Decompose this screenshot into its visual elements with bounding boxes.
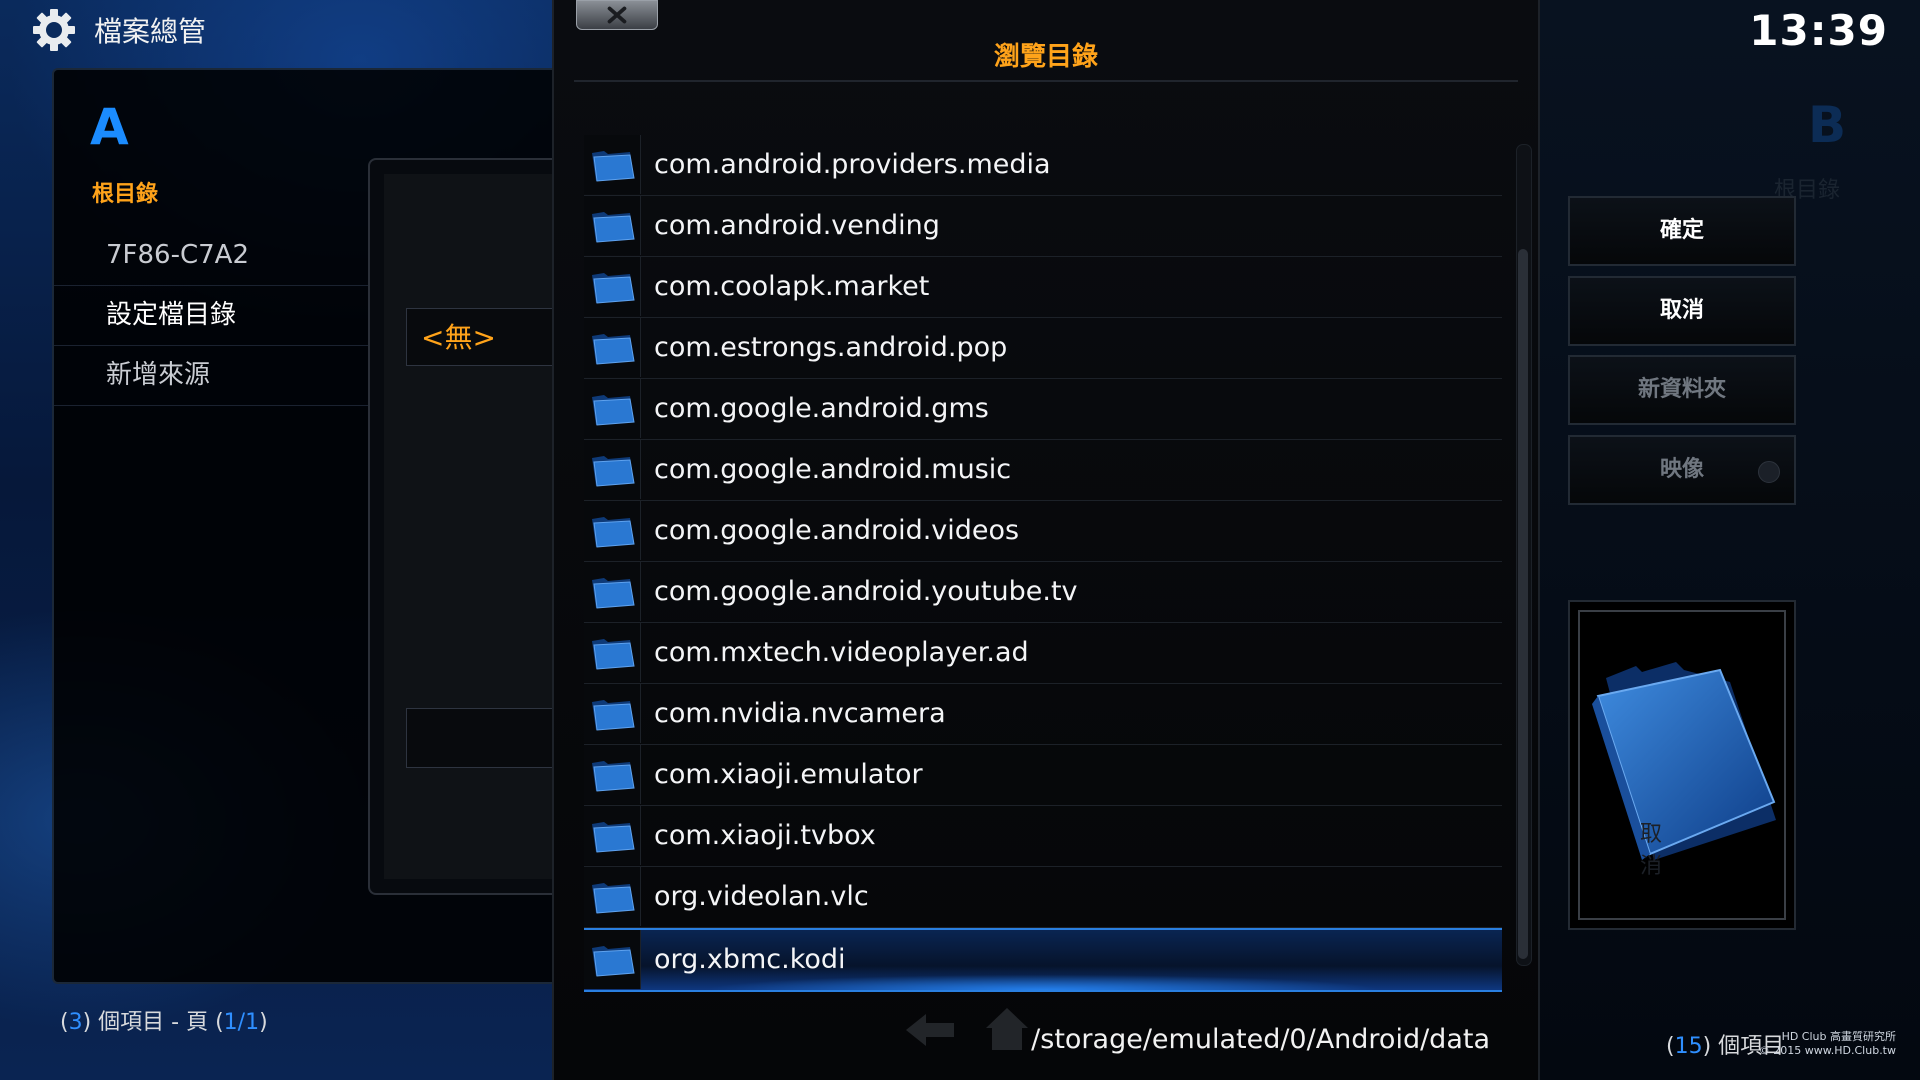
mirror-toggle[interactable]: 映像 [1568, 435, 1796, 505]
folder-icon-cell [584, 806, 641, 865]
scrollbar[interactable] [1516, 144, 1532, 966]
directory-item-label: org.videolan.vlc [654, 881, 869, 912]
large-folder-icon [1592, 662, 1776, 860]
directory-item[interactable]: com.mxtech.videoplayer.ad [584, 623, 1502, 684]
watermark: HD Club 高畫質研究所 © 2015 www.HD.Club.tw [1758, 1030, 1896, 1057]
current-path: /storage/emulated/0/Android/data [1031, 1024, 1490, 1055]
folder-icon-cell [584, 562, 641, 621]
dialog-title: 瀏覽目錄 [993, 42, 1098, 72]
directory-item[interactable]: com.coolapk.market [584, 257, 1502, 318]
title-divider [574, 80, 1518, 82]
folder-icon-cell [584, 501, 641, 560]
directory-item-label: com.xiaoji.tvbox [654, 820, 876, 851]
radio-indicator-icon [1758, 461, 1780, 483]
clock: 13:39 [1749, 6, 1888, 55]
folder-icon-cell [584, 867, 641, 926]
directory-item[interactable]: com.google.android.youtube.tv [584, 562, 1502, 623]
page-title: 檔案總管 [94, 15, 207, 48]
directory-item[interactable]: com.nvidia.nvcamera [584, 684, 1502, 745]
folder-icon-cell [584, 379, 641, 438]
source-name-field[interactable] [406, 708, 558, 768]
folder-icon [592, 946, 635, 977]
directory-item-label: com.xiaoji.emulator [654, 759, 923, 790]
panel-b-letter: B [1808, 96, 1847, 154]
directory-item[interactable]: org.videolan.vlc [584, 867, 1502, 928]
new-folder-button[interactable]: 新資料夾 [1568, 355, 1796, 425]
browse-dialog: 瀏覽目錄 取消 com.android.providers.media com.a… [552, 0, 1662, 1080]
mirror-label: 映像 [1659, 457, 1704, 482]
directory-item-label: com.android.vending [654, 210, 940, 241]
cancel-button[interactable]: 取消 [1568, 276, 1796, 346]
directory-item-label: com.coolapk.market [654, 271, 930, 302]
source-dialog-behind: <無> [368, 158, 558, 895]
folder-icon [592, 822, 635, 853]
directory-item[interactable]: com.google.android.videos [584, 501, 1502, 562]
panel-a-letter: A [90, 98, 129, 156]
directory-item[interactable]: com.xiaoji.emulator [584, 745, 1502, 806]
home-icon[interactable] [982, 1004, 1032, 1054]
folder-icon [592, 456, 635, 487]
directory-item[interactable]: com.android.vending [584, 196, 1502, 257]
directory-item-label: com.google.android.videos [654, 515, 1020, 546]
folder-icon-cell [584, 930, 641, 989]
folder-thumbnail [1568, 600, 1796, 930]
header: 檔案總管 [30, 8, 206, 52]
directory-item-label: com.android.providers.media [654, 149, 1051, 180]
directory-item-label: com.google.android.gms [654, 393, 989, 424]
folder-icon-cell [584, 684, 641, 743]
folder-icon [592, 334, 635, 365]
folder-icon-cell [584, 196, 641, 255]
folder-icon [592, 212, 635, 243]
source-path-field[interactable]: <無> [406, 308, 556, 366]
directory-item[interactable]: org.xbmc.kodi [584, 928, 1502, 992]
folder-icon [592, 578, 635, 609]
folder-icon [592, 700, 635, 731]
folder-icon [592, 395, 635, 426]
folder-icon [592, 639, 635, 670]
folder-icon [592, 273, 635, 304]
folder-icon [592, 151, 635, 182]
ghost-cancel-label: 取消 [1640, 822, 1663, 879]
directory-item-label: com.estrongs.android.pop [654, 332, 1008, 363]
close-button[interactable] [576, 0, 658, 30]
panel-a-subtitle: 根目錄 [92, 182, 159, 207]
folder-icon [592, 761, 635, 792]
folder-icon-cell [584, 745, 641, 804]
folder-icon [592, 883, 635, 914]
folder-icon-cell [584, 135, 641, 194]
back-arrow-icon[interactable] [902, 1010, 958, 1050]
directory-item[interactable]: com.google.android.music [584, 440, 1502, 501]
directory-item-label: com.google.android.music [654, 454, 1012, 485]
directory-item[interactable]: com.xiaoji.tvbox [584, 806, 1502, 867]
directory-item[interactable]: com.estrongs.android.pop [584, 318, 1502, 379]
folder-icon-cell [584, 623, 641, 682]
scrollbar-thumb[interactable] [1518, 249, 1528, 959]
ok-button[interactable]: 確定 [1568, 196, 1796, 266]
directory-item[interactable]: com.android.providers.media [584, 135, 1502, 196]
directory-item-label: com.mxtech.videoplayer.ad [654, 637, 1029, 668]
directory-item-label: org.xbmc.kodi [654, 944, 846, 975]
directory-list: com.android.providers.media com.android.v… [584, 135, 1502, 992]
directory-item[interactable]: com.google.android.gms [584, 379, 1502, 440]
close-icon [607, 6, 627, 24]
folder-icon-cell [584, 318, 641, 377]
directory-item-label: com.nvidia.nvcamera [654, 698, 946, 729]
thumbnail-inner-frame [1578, 610, 1786, 920]
folder-icon [592, 517, 635, 548]
source-dialog-body [384, 174, 554, 879]
folder-icon-cell [584, 440, 641, 499]
directory-item-label: com.google.android.youtube.tv [654, 576, 1078, 607]
folder-icon-cell [584, 257, 641, 316]
gear-icon [33, 9, 75, 51]
panel-a-footer: (3) 個項目 - 頁 (1/1) [60, 1010, 268, 1035]
